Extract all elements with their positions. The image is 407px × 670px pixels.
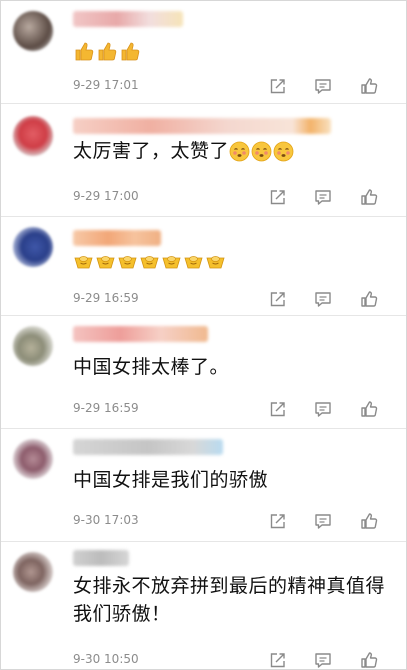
share-button[interactable] <box>254 510 300 532</box>
avatar[interactable] <box>13 439 53 479</box>
comment-actions <box>254 75 392 97</box>
comment-emoji-row <box>73 37 142 64</box>
thumbs-up-emoji <box>121 42 140 60</box>
avatar[interactable] <box>13 552 53 592</box>
share-button[interactable] <box>254 288 300 310</box>
comment-actions <box>254 398 392 420</box>
thumbs-up-emoji <box>75 42 94 60</box>
comment-body: 太厉害了，太赞了 <box>73 138 295 165</box>
avatar[interactable] <box>13 116 53 156</box>
comment-item: 女排永不放弃拼到最后的精神真值得我们骄傲！ 9-30 10:50 <box>1 542 406 669</box>
comment-body: 女排永不放弃拼到最后的精神真值得我们骄傲！ <box>73 572 393 628</box>
share-icon <box>270 652 285 667</box>
comment-feed: 9-29 17:01 太厉害了，太赞了 9-29 17:00 9-29 16:5… <box>1 1 406 669</box>
avatar[interactable] <box>13 326 53 366</box>
thumbs-up-icon <box>361 189 378 205</box>
share-icon <box>270 78 285 93</box>
comment-icon <box>315 401 331 417</box>
like-button[interactable] <box>346 510 392 532</box>
share-icon <box>270 401 285 416</box>
comment-icon <box>315 513 331 529</box>
comment-item: 太厉害了，太赞了 9-29 17:00 <box>1 104 406 217</box>
comment-icon <box>315 652 331 668</box>
like-button[interactable] <box>346 398 392 420</box>
comment-icon <box>315 78 331 94</box>
username-blurred[interactable] <box>73 11 183 27</box>
reply-button[interactable] <box>300 186 346 208</box>
share-icon <box>270 189 285 204</box>
blush-face-emoji <box>229 141 250 162</box>
reply-button[interactable] <box>300 75 346 97</box>
share-button[interactable] <box>254 75 300 97</box>
comment-timestamp: 9-30 10:50 <box>73 652 139 666</box>
comment-actions <box>254 649 392 669</box>
gold-ingot-emoji <box>162 255 181 268</box>
avatar[interactable] <box>13 227 53 267</box>
username-blurred[interactable] <box>73 118 331 134</box>
comment-timestamp: 9-30 17:03 <box>73 513 139 527</box>
gold-ingot-emoji <box>74 255 93 268</box>
avatar[interactable] <box>13 11 53 51</box>
gold-ingot-emoji <box>184 255 203 268</box>
thumbs-up-emoji <box>98 42 117 60</box>
comment-text: 中国女排是我们的骄傲 <box>73 469 269 491</box>
comment-timestamp: 9-29 16:59 <box>73 401 139 415</box>
thumbs-up-icon <box>361 78 378 94</box>
like-button[interactable] <box>346 288 392 310</box>
comment-timestamp: 9-29 16:59 <box>73 291 139 305</box>
comment-icon <box>315 189 331 205</box>
reply-button[interactable] <box>300 649 346 669</box>
thumbs-up-icon <box>361 513 378 529</box>
comment-emoji-row <box>73 249 227 276</box>
comment-text: 太厉害了，太赞了 <box>73 140 230 162</box>
blush-face-emoji <box>273 141 294 162</box>
like-button[interactable] <box>346 186 392 208</box>
comment-item: 9-29 16:59 <box>1 217 406 316</box>
comment-actions <box>254 288 392 310</box>
thumbs-up-icon <box>361 401 378 417</box>
comment-body: 中国女排太棒了。 <box>73 354 229 381</box>
share-icon <box>270 513 285 528</box>
comment-actions <box>254 510 392 532</box>
reply-button[interactable] <box>300 510 346 532</box>
gold-ingot-emoji <box>206 255 225 268</box>
gold-ingot-emoji <box>118 255 137 268</box>
blush-face-emoji <box>251 141 272 162</box>
share-button[interactable] <box>254 649 300 669</box>
comment-body: 中国女排是我们的骄傲 <box>73 467 268 494</box>
comment-item: 中国女排是我们的骄傲 9-30 17:03 <box>1 429 406 542</box>
like-button[interactable] <box>346 75 392 97</box>
comment-text: 女排永不放弃拼到最后的精神真值得我们骄傲！ <box>73 575 386 625</box>
username-blurred[interactable] <box>73 230 161 246</box>
comment-icon <box>315 291 331 307</box>
like-button[interactable] <box>346 649 392 669</box>
share-button[interactable] <box>254 398 300 420</box>
thumbs-up-icon <box>361 291 378 307</box>
comment-item: 9-29 17:01 <box>1 1 406 104</box>
share-icon <box>270 291 285 306</box>
gold-ingot-emoji <box>140 255 159 268</box>
gold-ingot-emoji <box>96 255 115 268</box>
comment-timestamp: 9-29 17:00 <box>73 189 139 203</box>
share-button[interactable] <box>254 186 300 208</box>
reply-button[interactable] <box>300 398 346 420</box>
username-blurred[interactable] <box>73 550 129 566</box>
thumbs-up-icon <box>361 652 378 668</box>
comment-text: 中国女排太棒了。 <box>73 356 230 378</box>
username-blurred[interactable] <box>73 439 223 455</box>
comment-actions <box>254 186 392 208</box>
username-blurred[interactable] <box>73 326 208 342</box>
comment-item: 中国女排太棒了。 9-29 16:59 <box>1 316 406 429</box>
comment-timestamp: 9-29 17:01 <box>73 78 139 92</box>
reply-button[interactable] <box>300 288 346 310</box>
